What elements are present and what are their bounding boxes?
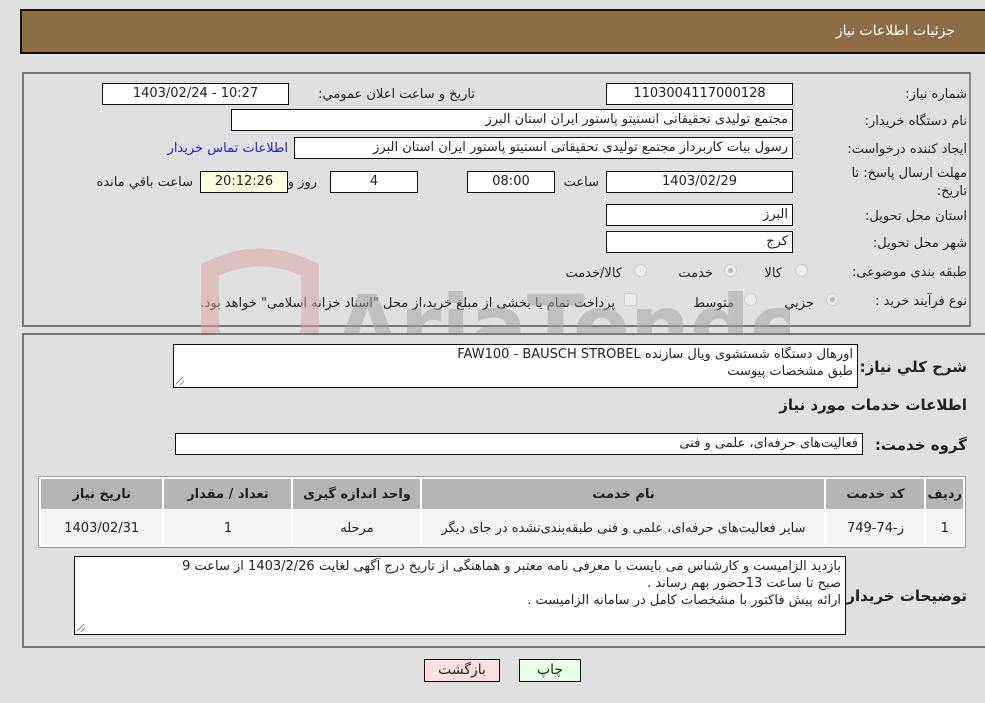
buyer-notes-line-2: صبح تا ساعت 13حضور بهم رساند . [647,576,841,591]
buyer-notes-label: توضیحات خریدار: [840,587,967,605]
requester-field: رسول بیات کاربرداز مجتمع تولیدی تحقیقاتی… [294,137,793,159]
category-option-service: خدمت [678,266,713,281]
province-label: استان محل تحویل: [865,209,967,224]
category-option-goods-service: کالا/خدمت [565,266,622,281]
cell-unit: مرحله [293,511,421,545]
cell-service-code: ز-74-749 [826,511,925,545]
summary-line-1: اورهال دستگاه شستشوی ویال سازنده FAW100 … [457,347,853,362]
print-button[interactable]: چاپ [519,659,581,682]
col-need-date: تاریخ نیاز [41,479,163,509]
remaining-time-field: 20:12:26 [200,171,288,193]
resize-handle-icon[interactable] [176,377,184,385]
table-row: 1 ز-74-749 سایر فعالیت‌های حرفه‌ای، علمی… [41,511,963,545]
cell-service-name: سایر فعالیت‌های حرفه‌ای، علمی و فنی طبقه… [422,511,825,545]
page-header: جزئیات اطلاعات نیاز [20,9,985,54]
city-field: کرج [606,231,793,253]
summary-label: شرح كلي نياز: [859,358,967,376]
summary-line-2: طبق مشخصات پیوست [727,364,853,379]
treasury-note: پرداخت تمام یا بخشی از مبلغ خرید،از محل … [200,296,615,311]
services-table: ردیف کد خدمت نام خدمت واحد اندازه گیری ت… [38,476,966,548]
table-header-row: ردیف کد خدمت نام خدمت واحد اندازه گیری ت… [41,479,963,509]
col-quantity: تعداد / مقدار [164,479,292,509]
buyer-org-label: نام دستگاه خریدار: [864,114,967,129]
resize-handle-icon[interactable] [77,624,85,632]
process-label: نوع فرآیند خرید : [875,294,967,309]
col-unit: واحد اندازه گیری [293,479,421,509]
category-radio-goods-service[interactable] [634,264,647,277]
province-field: البرز [606,204,793,226]
services-section-title: اطلاعات خدمات مورد نیاز [779,396,967,414]
city-label: شهر محل تحویل: [872,236,967,251]
announce-datetime-field: 1403/02/24 - 10:27 [102,83,289,105]
buyer-contact-link[interactable]: اطلاعات تماس خریدار [168,141,288,156]
buyer-notes-line-3: ارائه پیش فاکتور با مشخصات کامل در سامان… [527,593,841,608]
buyer-notes-textarea[interactable]: بازدید الزامیست و کارشناس می بایست با مع… [74,556,846,635]
requester-label: ایجاد کننده درخواست: [847,142,967,157]
service-group-label: گروه خدمت: [874,436,967,454]
deadline-date-field: 1403/02/29 [606,171,793,193]
days-remaining-field: 4 [330,171,418,193]
category-label: طبقه بندی موضوعی: [851,265,967,280]
page-title: جزئیات اطلاعات نیاز [835,23,955,39]
service-group-field: فعالیت‌های حرفه‌ای، علمی و فنی [175,433,863,455]
announce-label: تاريخ و ساعت اعلان عمومي: [318,87,475,102]
col-service-code: کد خدمت [826,479,925,509]
process-option-minor: جزيي [784,296,814,311]
deadline-time-field: 08:00 [467,171,555,193]
process-option-medium: متوسط [693,296,734,311]
need-number-label: شماره نیاز: [905,87,967,102]
deadline-label: مهلت ارسال پاسخ: تا تاریخ: [851,166,967,199]
back-button[interactable]: بازگشت [424,659,500,682]
category-radio-goods[interactable] [795,264,808,277]
buyer-notes-line-1: بازدید الزامیست و کارشناس می بایست با مع… [182,559,841,574]
cell-row-number: 1 [926,511,963,545]
category-radio-service[interactable] [724,264,737,277]
col-row-number: ردیف [926,479,963,509]
days-label: روز و [287,175,317,190]
cell-quantity: 1 [164,511,292,545]
treasury-checkbox[interactable] [624,293,637,306]
buyer-org-field: مجتمع تولیدی تحقیقاتی انستیتو پاستور ایر… [231,109,793,131]
category-option-goods: کالا [764,266,782,281]
process-radio-minor[interactable] [826,293,839,306]
cell-need-date: 1403/02/31 [41,511,163,545]
deadline-time-label: ساعت [563,175,599,190]
need-number-field: 1103004117000128 [606,83,793,105]
remaining-time-label: ساعت باقي مانده [96,175,193,190]
process-radio-medium[interactable] [744,293,757,306]
summary-textarea[interactable]: اورهال دستگاه شستشوی ویال سازنده FAW100 … [173,344,858,388]
col-service-name: نام خدمت [422,479,825,509]
